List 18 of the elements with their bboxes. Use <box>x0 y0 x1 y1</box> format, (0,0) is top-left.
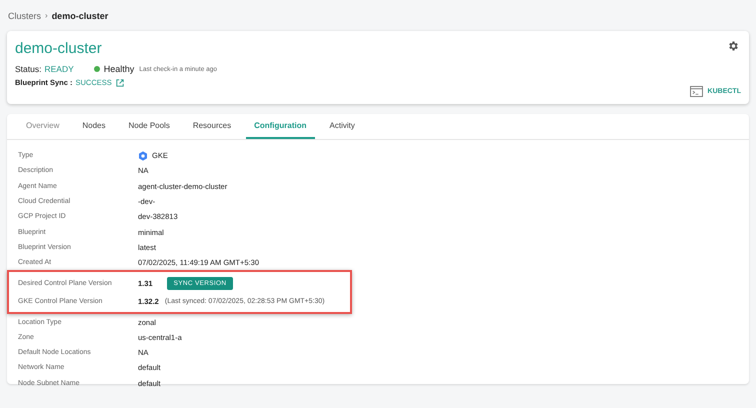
hexagon-icon <box>138 150 148 161</box>
health-text: Healthy <box>104 64 134 74</box>
tab[interactable]: Resources <box>184 114 240 139</box>
cluster-title: demo-cluster <box>15 40 103 58</box>
external-link-icon[interactable] <box>116 78 124 86</box>
breadcrumb-link[interactable]: Clusters <box>8 10 42 20</box>
tab[interactable]: Activity <box>322 114 363 139</box>
tab[interactable]: Nodes <box>74 114 114 139</box>
chevron-icon: › <box>45 11 48 20</box>
health-dot <box>94 66 100 72</box>
breadcrumb-current: demo-cluster <box>52 10 108 20</box>
terminal-icon <box>690 86 703 97</box>
tab[interactable]: Node Pools <box>120 114 178 139</box>
tab[interactable]: Overview <box>18 114 68 139</box>
status-label: Status: <box>15 64 42 74</box>
settings-icon[interactable] <box>727 40 739 52</box>
status-value: READY <box>44 64 74 74</box>
tab[interactable]: Configuration <box>246 114 315 139</box>
